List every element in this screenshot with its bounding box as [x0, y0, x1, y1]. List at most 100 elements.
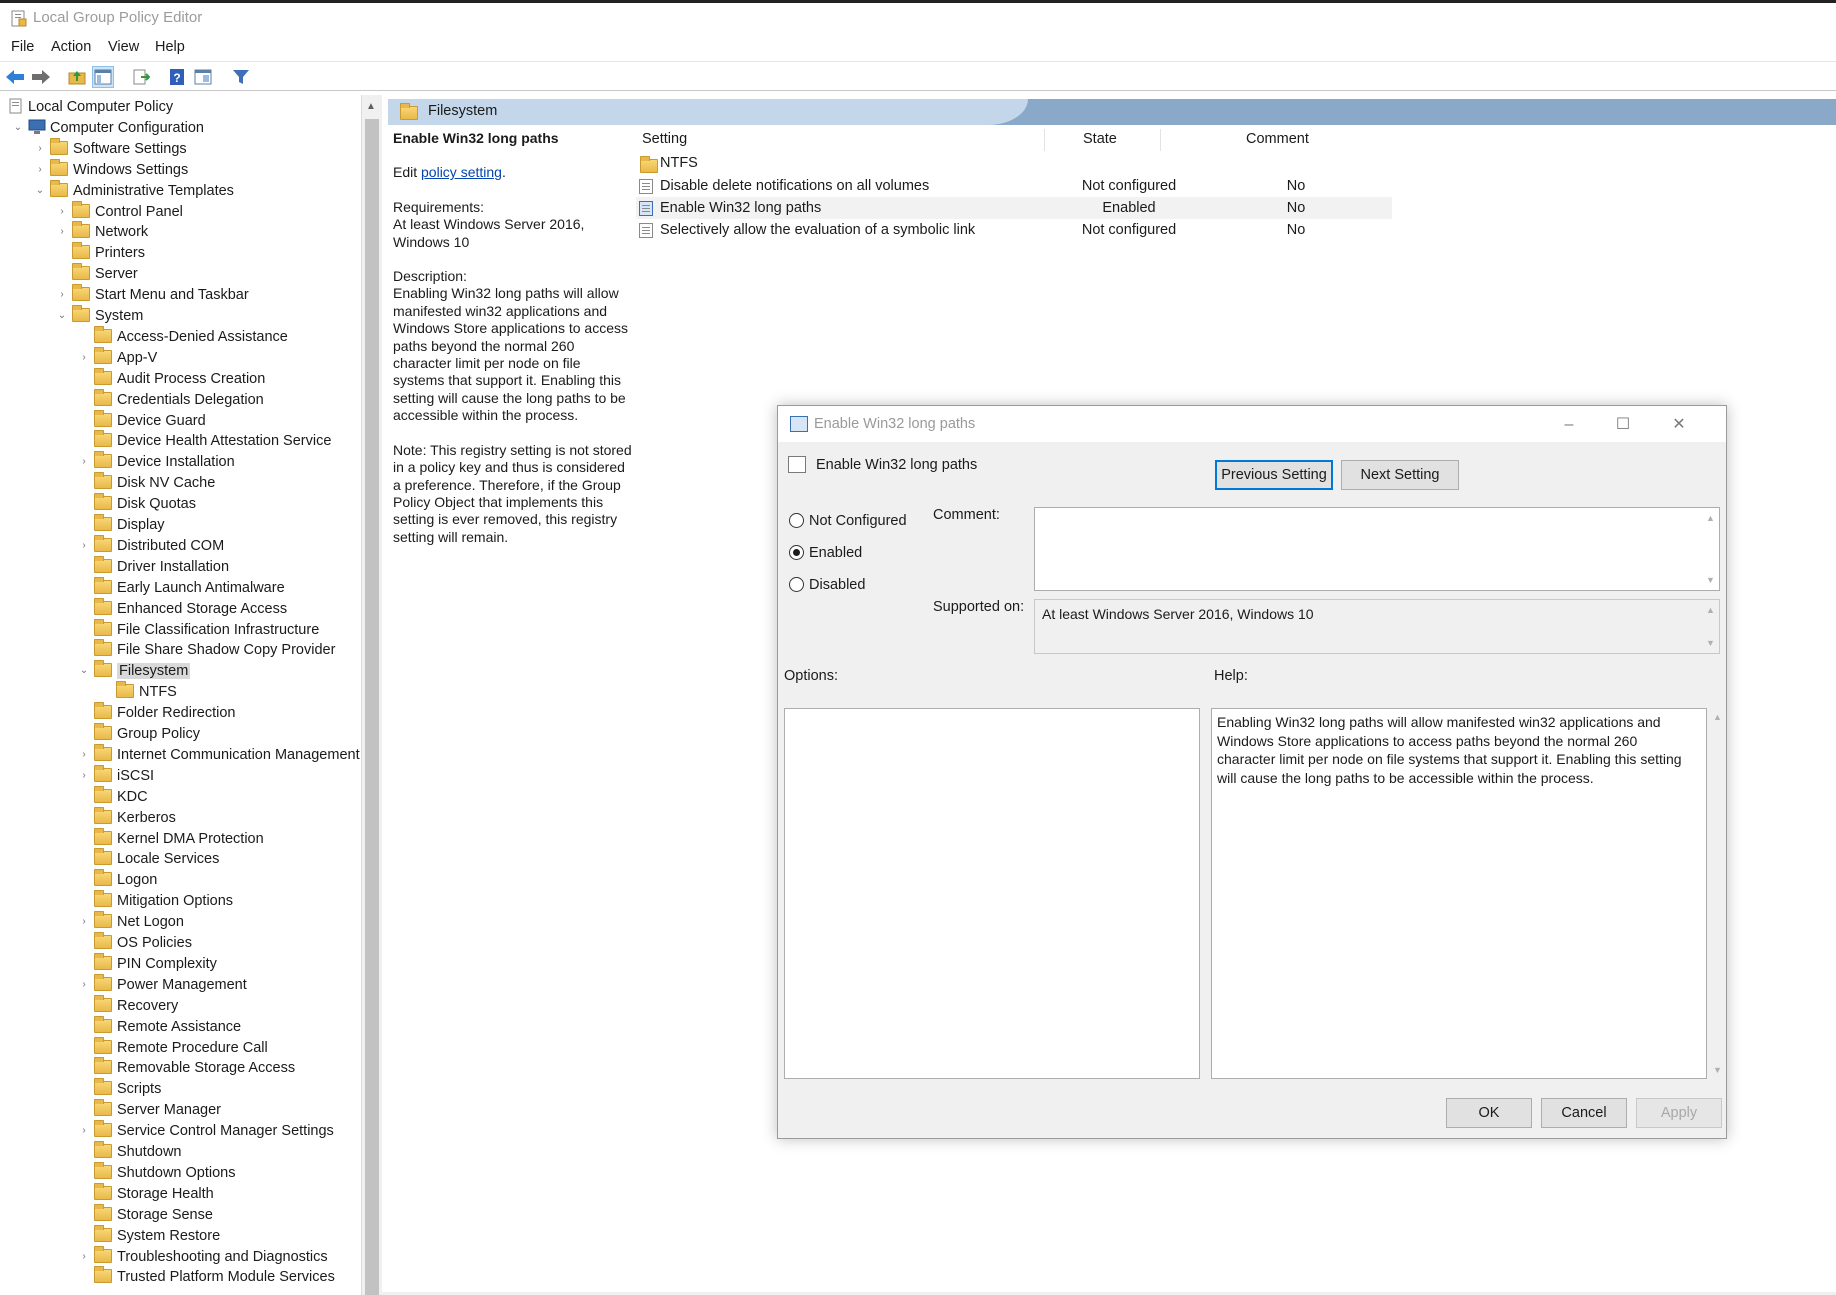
tree-node-device-guard[interactable]: Device Guard: [94, 409, 206, 431]
menu-view[interactable]: View: [108, 39, 139, 55]
chevron-right-icon[interactable]: ›: [56, 285, 68, 305]
export-list-button[interactable]: [130, 66, 152, 88]
radio-enabled[interactable]: [789, 545, 804, 560]
chevron-right-icon[interactable]: ›: [56, 202, 68, 222]
tree-node-audit-process-creation[interactable]: Audit Process Creation: [94, 367, 265, 389]
show-hide-tree-button[interactable]: [92, 66, 114, 88]
tree-node-system[interactable]: ⌄ System: [58, 305, 143, 326]
chevron-right-icon[interactable]: ›: [78, 536, 90, 556]
tree-node-power-management[interactable]: › Power Management: [82, 973, 247, 995]
table-row[interactable]: Selectively allow the evaluation of a sy…: [636, 219, 1392, 241]
tree-node-printers[interactable]: Printers: [72, 242, 145, 263]
tree-node-local-computer-policy[interactable]: Local Computer Policy: [8, 97, 173, 117]
scroll-up-icon[interactable]: ▲: [1706, 513, 1715, 523]
previous-setting-button[interactable]: Previous Setting: [1215, 460, 1333, 490]
tree-node-file-share-shadow-copy-provider[interactable]: File Share Shadow Copy Provider: [94, 639, 335, 660]
tree-node-administrative-templates[interactable]: ⌄ Administrative Templates: [36, 180, 234, 201]
tree-node-kdc[interactable]: KDC: [94, 785, 148, 807]
tree-node-locale-services[interactable]: Locale Services: [94, 848, 219, 869]
column-header-state[interactable]: State: [1083, 131, 1117, 151]
menu-file[interactable]: File: [11, 39, 34, 55]
tree-node-server-manager[interactable]: Server Manager: [94, 1099, 221, 1120]
filter-button[interactable]: [230, 66, 252, 88]
tree-node-pin-complexity[interactable]: PIN Complexity: [94, 952, 217, 974]
tree-node-folder-redirection[interactable]: Folder Redirection: [94, 702, 235, 723]
tree-node-troubleshooting-and-diagnostics[interactable]: › Troubleshooting and Diagnostics: [82, 1245, 328, 1267]
help-scrollbar[interactable]: ▲ ▼: [1710, 708, 1724, 1079]
tree-node-software-settings[interactable]: › Software Settings: [38, 138, 187, 159]
tree-node-internet-communication-management[interactable]: › Internet Communication Management: [82, 743, 360, 765]
tree-node-filesystem[interactable]: ⌄ Filesystem: [80, 660, 191, 681]
chevron-right-icon[interactable]: ›: [34, 160, 46, 180]
chevron-right-icon[interactable]: ›: [78, 745, 90, 765]
maximize-icon[interactable]: ☐: [1600, 412, 1646, 438]
scroll-up-icon[interactable]: ▲: [1713, 712, 1722, 722]
tree-node-distributed-com[interactable]: › Distributed COM: [82, 534, 224, 556]
tree-node-iscsi[interactable]: › iSCSI: [82, 764, 154, 786]
tree-node-logon[interactable]: Logon: [94, 869, 157, 890]
tree-node-disk-quotas[interactable]: Disk Quotas: [94, 493, 196, 514]
ok-button[interactable]: OK: [1446, 1098, 1532, 1128]
cancel-button[interactable]: Cancel: [1541, 1098, 1627, 1128]
tree-node-device-installation[interactable]: › Device Installation: [82, 451, 235, 472]
tree-node-display[interactable]: Display: [94, 514, 165, 535]
console-tree[interactable]: Local Computer Policy ⌄ Computer Configu…: [0, 95, 382, 1295]
next-setting-button[interactable]: Next Setting: [1341, 460, 1459, 490]
tree-node-control-panel[interactable]: › Control Panel: [60, 200, 183, 222]
tree-node-shutdown[interactable]: Shutdown: [94, 1141, 182, 1162]
tree-node-group-policy[interactable]: Group Policy: [94, 723, 200, 744]
chevron-right-icon[interactable]: ›: [78, 348, 90, 368]
menu-action[interactable]: Action: [51, 39, 91, 55]
scrollbar-thumb[interactable]: [365, 119, 379, 1295]
chevron-right-icon[interactable]: ›: [78, 1247, 90, 1267]
tree-node-service-control-manager-settings[interactable]: › Service Control Manager Settings: [82, 1120, 334, 1141]
tree-node-early-launch-antimalware[interactable]: Early Launch Antimalware: [94, 576, 285, 598]
tree-node-remote-procedure-call[interactable]: Remote Procedure Call: [94, 1036, 268, 1058]
scroll-up-icon[interactable]: ▲: [366, 101, 376, 112]
tree-node-kerberos[interactable]: Kerberos: [94, 806, 176, 828]
tree-node-access-denied-assistance[interactable]: Access-Denied Assistance: [94, 325, 288, 347]
tree-node-driver-installation[interactable]: Driver Installation: [94, 555, 229, 577]
tree-node-disk-nv-cache[interactable]: Disk NV Cache: [94, 472, 215, 493]
chevron-right-icon[interactable]: ›: [78, 975, 90, 995]
chevron-right-icon[interactable]: ›: [78, 452, 90, 472]
radio-not-configured[interactable]: [789, 513, 804, 528]
tree-node-computer-configuration[interactable]: ⌄ Computer Configuration: [14, 118, 204, 138]
tree-node-shutdown-options[interactable]: Shutdown Options: [94, 1161, 236, 1183]
tree-node-windows-settings[interactable]: › Windows Settings: [38, 159, 188, 180]
scroll-down-icon[interactable]: ▼: [1706, 575, 1715, 585]
tree-node-storage-sense[interactable]: Storage Sense: [94, 1203, 213, 1225]
chevron-right-icon[interactable]: ›: [78, 766, 90, 786]
tree-node-system-restore[interactable]: System Restore: [94, 1224, 220, 1246]
edit-policy-link[interactable]: policy setting: [421, 164, 502, 180]
apply-button[interactable]: Apply: [1636, 1098, 1722, 1128]
tree-node-scripts[interactable]: Scripts: [94, 1078, 161, 1099]
list-item-folder-ntfs[interactable]: NTFS: [636, 152, 1392, 174]
scroll-up-icon[interactable]: ▲: [1706, 605, 1715, 615]
properties-button[interactable]: [192, 66, 214, 88]
chevron-down-icon[interactable]: ⌄: [78, 661, 90, 681]
tree-scrollbar[interactable]: ▲: [361, 95, 382, 1295]
tree-node-os-policies[interactable]: OS Policies: [94, 932, 192, 953]
menu-help[interactable]: Help: [155, 39, 185, 55]
chevron-right-icon[interactable]: ›: [34, 139, 46, 159]
column-header-setting[interactable]: Setting: [642, 131, 687, 151]
chevron-right-icon[interactable]: ›: [78, 912, 90, 932]
chevron-down-icon[interactable]: ⌄: [12, 118, 24, 138]
chevron-right-icon[interactable]: ›: [56, 222, 68, 242]
tree-node-mitigation-options[interactable]: Mitigation Options: [94, 890, 233, 911]
tree-node-server[interactable]: Server: [72, 263, 138, 284]
column-header-comment[interactable]: Comment: [1246, 131, 1309, 151]
forward-button[interactable]: [30, 66, 52, 88]
tree-node-net-logon[interactable]: › Net Logon: [82, 911, 184, 932]
tree-node-file-classification-infrastructure[interactable]: File Classification Infrastructure: [94, 618, 319, 640]
tree-node-enhanced-storage-access[interactable]: Enhanced Storage Access: [94, 597, 287, 619]
table-row[interactable]: Disable delete notifications on all volu…: [636, 175, 1392, 197]
comment-input[interactable]: ▲ ▼: [1034, 507, 1720, 591]
tree-node-trusted-platform-module-services[interactable]: Trusted Platform Module Services: [94, 1266, 335, 1287]
close-icon[interactable]: ✕: [1656, 412, 1702, 438]
tree-node-ntfs[interactable]: NTFS: [116, 681, 177, 702]
tree-node-recovery[interactable]: Recovery: [94, 994, 178, 1016]
chevron-down-icon[interactable]: ⌄: [56, 306, 68, 326]
tree-node-device-health-attestation-service[interactable]: Device Health Attestation Service: [94, 430, 331, 451]
